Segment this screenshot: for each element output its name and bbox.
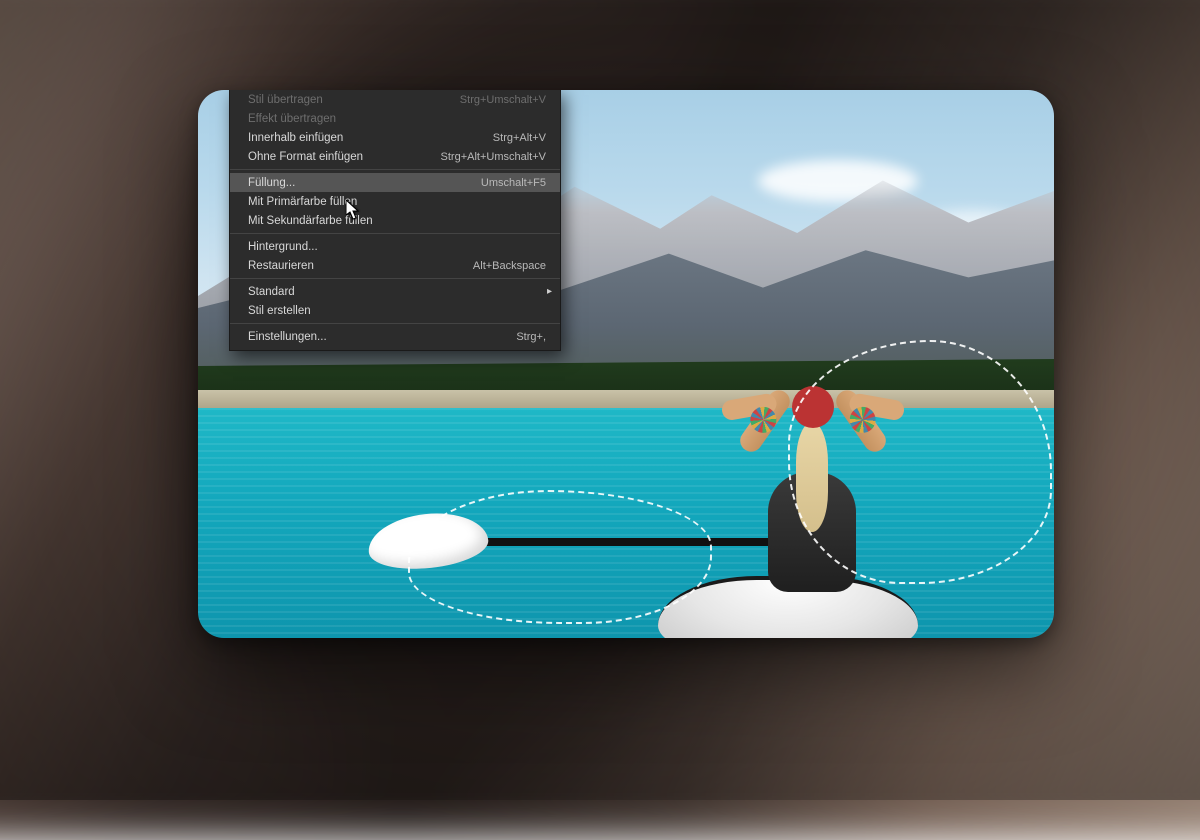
menu-item-label: Mit Sekundärfarbe füllen (248, 215, 546, 227)
menu-item[interactable]: RestaurierenAlt+Backspace (230, 256, 560, 275)
menu-item-label: Mit Primärfarbe füllen (248, 196, 546, 208)
menu-item[interactable]: Mit Sekundärfarbe füllen (230, 211, 560, 230)
menu-item-label: Standard (248, 286, 546, 298)
menu-item-label: Innerhalb einfügen (248, 132, 493, 144)
selection-marquee[interactable] (788, 340, 1052, 584)
menu-item[interactable]: Einstellungen...Strg+, (230, 327, 560, 346)
menu-item-label: Füllung... (248, 177, 481, 189)
menu-item-label: Stil erstellen (248, 305, 546, 317)
menu-item-label: Effekt übertragen (248, 113, 546, 125)
menu-item-shortcut: Strg+, (516, 331, 546, 343)
app-window: Stil übertragenStrg+Umschalt+V Effekt übe… (198, 90, 1054, 638)
context-menu[interactable]: Stil übertragenStrg+Umschalt+V Effekt übe… (229, 90, 561, 351)
menu-item-label: Stil übertragen (248, 94, 460, 106)
menu-separator (230, 323, 560, 324)
menu-item-shortcut: Alt+Backspace (473, 260, 546, 272)
menu-item[interactable]: Mit Primärfarbe füllen (230, 192, 560, 211)
menu-item-label: Restaurieren (248, 260, 473, 272)
menu-item[interactable]: Standard (230, 282, 560, 301)
menu-item[interactable]: Innerhalb einfügenStrg+Alt+V (230, 128, 560, 147)
menu-item[interactable]: Füllung...Umschalt+F5 (230, 173, 560, 192)
selection-marquee[interactable] (408, 490, 712, 624)
menu-item[interactable]: Hintergrund... (230, 237, 560, 256)
menu-item-shortcut: Strg+Alt+Umschalt+V (441, 151, 546, 163)
menu-separator (230, 169, 560, 170)
menu-item[interactable]: Stil erstellen (230, 301, 560, 320)
menu-item-shortcut: Strg+Alt+V (493, 132, 546, 144)
menu-separator (230, 278, 560, 279)
menu-separator (230, 233, 560, 234)
menu-item-shortcut: Umschalt+F5 (481, 177, 546, 189)
menu-item: Effekt übertragen (230, 109, 560, 128)
menu-item: Stil übertragenStrg+Umschalt+V (230, 90, 560, 109)
menu-item-label: Einstellungen... (248, 331, 516, 343)
menu-item[interactable]: Ohne Format einfügenStrg+Alt+Umschalt+V (230, 147, 560, 166)
menu-item-label: Hintergrund... (248, 241, 546, 253)
menu-item-label: Ohne Format einfügen (248, 151, 441, 163)
menu-item-shortcut: Strg+Umschalt+V (460, 94, 546, 106)
